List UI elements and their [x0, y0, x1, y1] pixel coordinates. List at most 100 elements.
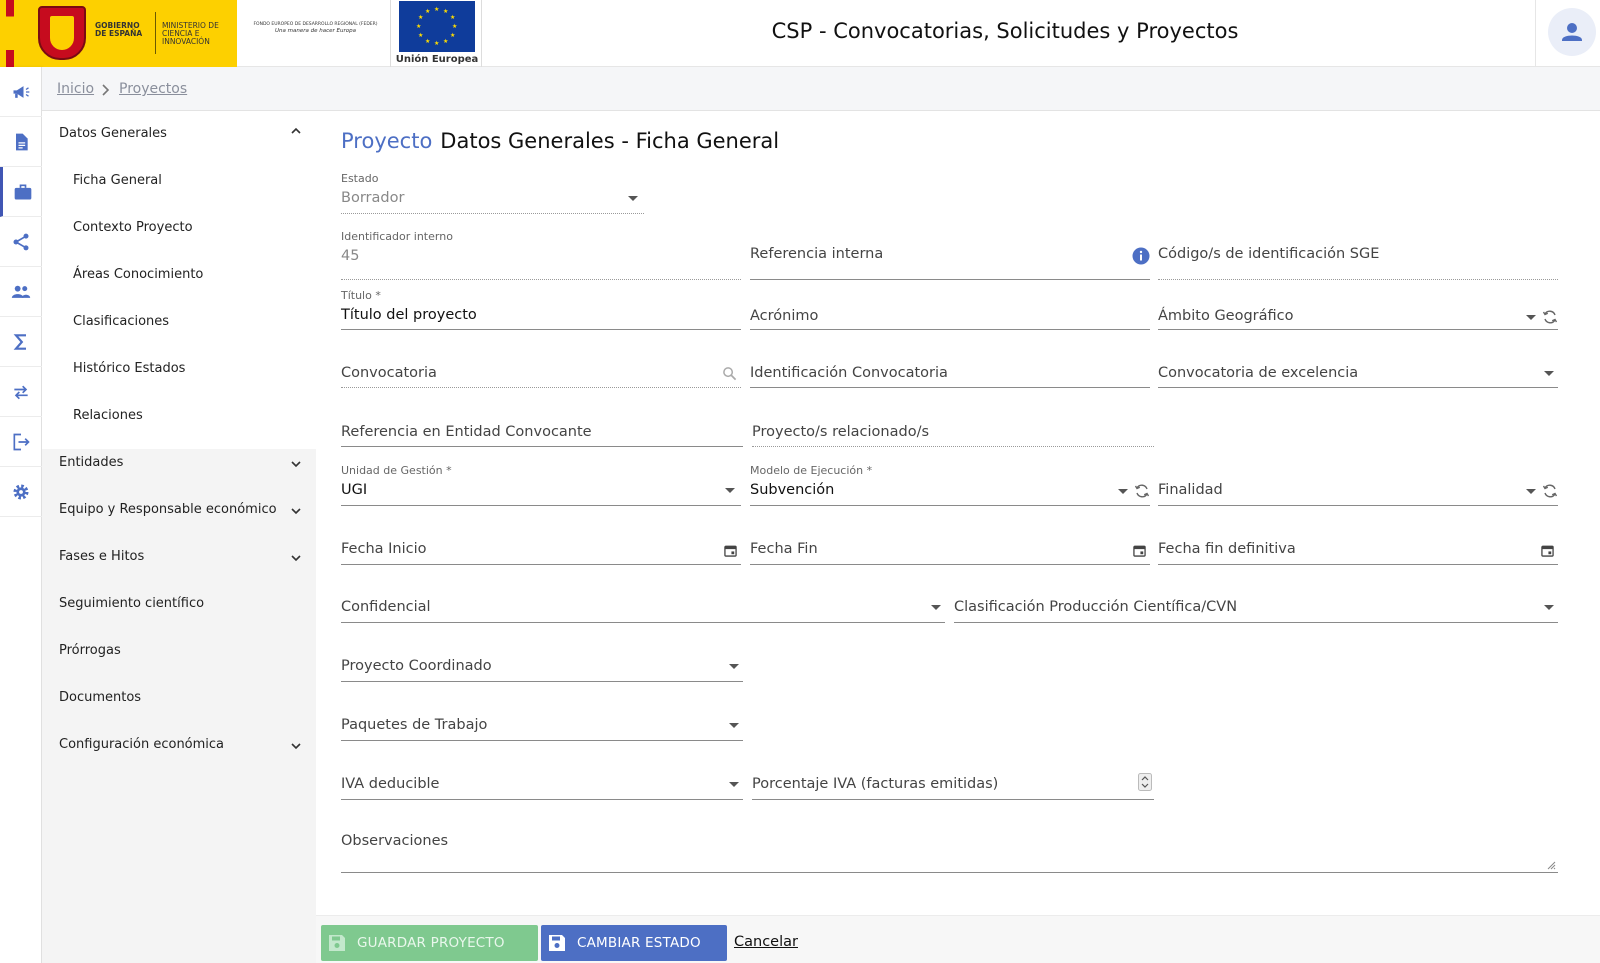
convocatoria-placeholder: Convocatoria — [341, 365, 437, 381]
main-content: Proyecto Datos Generales - Ficha General … — [316, 111, 1600, 963]
confidencial-select[interactable]: Confidencial — [341, 580, 945, 623]
clasificacion-cvn-select[interactable]: Clasificación Producción Científica/CVN — [954, 580, 1558, 623]
chevron-down-icon — [291, 555, 301, 562]
dropdown-arrow-icon — [729, 664, 739, 669]
menu-item-label: Ficha General — [73, 173, 162, 188]
info-icon[interactable] — [1132, 247, 1150, 265]
fecha-fin-definitiva-input[interactable]: Fecha fin definitiva — [1158, 521, 1558, 565]
breadcrumb-home-link[interactable]: Inicio — [57, 81, 94, 97]
iva-deducible-select[interactable]: IVA deducible — [341, 757, 743, 800]
menu-item-label: Documentos — [59, 690, 142, 705]
fecha-fin-placeholder: Fecha Fin — [750, 541, 818, 557]
referencia-entidad-input[interactable]: Referencia en Entidad Convocante — [341, 397, 743, 447]
menu-item-equipo-responsable[interactable]: Equipo y Responsable económico — [42, 487, 316, 535]
observaciones-placeholder: Observaciones — [341, 833, 449, 849]
menu-item-entidades[interactable]: Entidades — [42, 440, 316, 488]
calendar-icon[interactable] — [1133, 544, 1146, 557]
clasificacion-cvn-placeholder: Clasificación Producción Científica/CVN — [954, 599, 1238, 615]
rail-item-relaciones[interactable] — [0, 217, 42, 267]
identificacion-convocatoria-placeholder: Identificación Convocatoria — [750, 365, 948, 381]
proyecto-coordinado-placeholder: Proyecto Coordinado — [341, 658, 492, 674]
rail-item-configuracion[interactable] — [0, 467, 42, 517]
menu-item-fases-hitos[interactable]: Fases e Hitos — [42, 534, 316, 582]
estado-value: Borrador — [341, 190, 405, 206]
menu-item-clasificaciones[interactable]: Clasificaciones — [42, 299, 316, 347]
menu-item-datos-generales[interactable]: Datos Generales — [42, 111, 316, 159]
rail-item-convocatorias[interactable] — [0, 67, 42, 117]
menu-item-label: Áreas Conocimiento — [73, 267, 204, 282]
finalidad-select[interactable]: Finalidad — [1158, 464, 1558, 506]
megaphone-icon — [13, 85, 30, 98]
fecha-inicio-input[interactable]: Fecha Inicio — [341, 521, 741, 565]
feder-slogan: Una manera de hacer Europa — [275, 28, 356, 34]
rail-item-solicitudes[interactable] — [0, 117, 42, 167]
refresh-icon[interactable] — [1542, 483, 1558, 499]
menu-item-ficha-general[interactable]: Ficha General — [42, 158, 316, 206]
menu-item-label: Equipo y Responsable económico — [59, 502, 277, 517]
unidad-gestion-select[interactable]: Unidad de Gestión * UGI — [341, 464, 741, 506]
titulo-input[interactable]: Título * Título del proyecto — [341, 289, 741, 330]
menu-item-configuracion-economica[interactable]: Configuración económica — [42, 722, 316, 770]
menu-item-documentos[interactable]: Documentos — [42, 675, 316, 723]
dropdown-arrow-icon — [729, 723, 739, 728]
menu-item-label: Prórrogas — [59, 643, 121, 658]
modelo-ejecucion-select[interactable]: Modelo de Ejecución * Subvención — [750, 464, 1150, 506]
share-icon — [13, 233, 29, 250]
refresh-icon[interactable] — [1134, 483, 1150, 499]
identificador-interno-field: Identificador interno 45 — [341, 230, 741, 280]
save-project-button[interactable]: GUARDAR PROYECTO — [321, 925, 538, 961]
user-menu-button[interactable] — [1548, 8, 1596, 56]
convocatoria-search-field[interactable]: Convocatoria — [341, 338, 741, 388]
page-title-section: Datos Generales - Ficha General — [440, 129, 780, 153]
menu-item-areas-conocimiento[interactable]: Áreas Conocimiento — [42, 252, 316, 300]
menu-item-historico-estados[interactable]: Histórico Estados — [42, 346, 316, 394]
calendar-icon[interactable] — [1541, 544, 1554, 557]
identificador-label: Identificador interno — [341, 230, 453, 243]
identificacion-convocatoria-input[interactable]: Identificación Convocatoria — [750, 338, 1150, 388]
dropdown-arrow-icon — [1544, 605, 1554, 610]
menu-item-relaciones[interactable]: Relaciones — [42, 393, 316, 441]
fecha-fin-input[interactable]: Fecha Fin — [750, 521, 1150, 565]
acronimo-placeholder: Acrónimo — [750, 308, 819, 324]
estado-select[interactable]: Estado Borrador — [341, 172, 644, 214]
menu-item-seguimiento-cientifico[interactable]: Seguimiento científico — [42, 581, 316, 629]
porcentaje-iva-input[interactable]: Porcentaje IVA (facturas emitidas) — [752, 757, 1154, 800]
rail-item-proyectos[interactable] — [0, 167, 42, 217]
resize-handle-icon[interactable] — [1547, 861, 1556, 870]
menu-item-prorrogas[interactable]: Prórrogas — [42, 628, 316, 676]
convocatoria-excelencia-select[interactable]: Convocatoria de excelencia — [1158, 338, 1558, 388]
search-icon[interactable] — [722, 366, 737, 381]
identificador-value: 45 — [341, 248, 360, 264]
menu-item-contexto-proyecto[interactable]: Contexto Proyecto — [42, 205, 316, 253]
rail-item-intercambio[interactable] — [0, 367, 42, 417]
cancel-link[interactable]: Cancelar — [734, 934, 798, 950]
referencia-interna-input[interactable]: Referencia interna — [750, 230, 1150, 280]
estado-label: Estado — [341, 172, 379, 185]
finalidad-placeholder: Finalidad — [1158, 482, 1223, 498]
rail-item-personas[interactable] — [0, 267, 42, 317]
porcentaje-iva-placeholder: Porcentaje IVA (facturas emitidas) — [752, 776, 999, 792]
project-side-menu: Datos Generales Ficha General Contexto P… — [42, 111, 316, 963]
spain-flag-stripe — [6, 0, 14, 67]
rail-item-economico[interactable] — [0, 317, 42, 367]
breadcrumb-proyectos-link[interactable]: Proyectos — [119, 81, 187, 97]
sigma-icon — [13, 333, 26, 350]
proyecto-coordinado-select[interactable]: Proyecto Coordinado — [341, 639, 743, 682]
acronimo-input[interactable]: Acrónimo — [750, 289, 1150, 330]
codigo-sge-field[interactable]: Código/s de identificación SGE — [1158, 230, 1558, 280]
ambito-geografico-select[interactable]: Ámbito Geográfico — [1158, 289, 1558, 330]
menu-item-label: Datos Generales — [59, 126, 167, 141]
number-spinner-icon[interactable] — [1138, 773, 1152, 791]
change-state-button[interactable]: CAMBIAR ESTADO — [541, 925, 727, 961]
paquetes-trabajo-select[interactable]: Paquetes de Trabajo — [341, 698, 743, 741]
observaciones-textarea[interactable]: Observaciones — [341, 816, 1558, 873]
change-state-label: CAMBIAR ESTADO — [577, 935, 701, 951]
refresh-icon[interactable] — [1542, 309, 1558, 325]
referencia-interna-placeholder: Referencia interna — [750, 246, 884, 262]
menu-item-label: Fases e Hitos — [59, 549, 145, 564]
proyectos-relacionados-field[interactable]: Proyecto/s relacionado/s — [752, 397, 1154, 447]
ministry-logo-text: MINISTERIO DE CIENCIA E INNOVACIÓN — [162, 21, 219, 46]
menu-item-label: Seguimiento científico — [59, 596, 205, 611]
rail-item-salir[interactable] — [0, 417, 42, 467]
calendar-icon[interactable] — [724, 544, 737, 557]
